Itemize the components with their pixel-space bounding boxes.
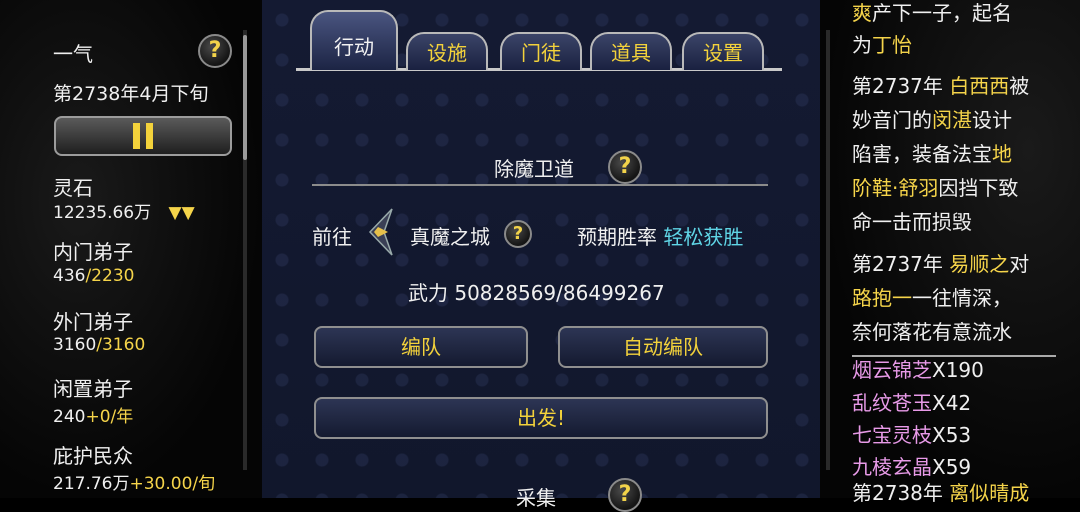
log-name: 闵湛 bbox=[932, 108, 972, 132]
tab-items[interactable]: 道具 bbox=[590, 32, 672, 70]
log-name: 丁怡 bbox=[872, 33, 912, 57]
goto-label: 前往 bbox=[312, 225, 352, 249]
log-line: 路抱一一往情深， bbox=[852, 283, 1012, 313]
log-text: 妙音门的 bbox=[852, 108, 932, 132]
idle-disciples-label: 闲置弟子 bbox=[53, 377, 133, 401]
log-year: 第2738年 bbox=[852, 481, 943, 505]
inventory-item-count: X190 bbox=[932, 358, 984, 382]
log-line: 命一击而损毁 bbox=[852, 210, 972, 234]
log-item: 地 bbox=[992, 142, 1012, 166]
log-text: 产下一子，起名 bbox=[872, 1, 1012, 25]
inventory-item-count: X53 bbox=[932, 423, 972, 447]
log-line: 第2737年 白西西被 bbox=[852, 71, 1029, 101]
inventory-item: 烟云锦芝X190 bbox=[852, 355, 984, 385]
pause-icon-bar-right bbox=[146, 123, 153, 149]
action-panel: 行动 设施 门徒 道具 设置 除魔卫道 ? 前往 真魔之城 ? 预期胜率 轻松获… bbox=[262, 0, 826, 512]
formation-button[interactable]: 编队 bbox=[314, 326, 528, 368]
win-rate: 预期胜率 轻松获胜 bbox=[577, 221, 743, 250]
pause-icon-bar-left bbox=[133, 123, 140, 149]
log-year: 第2737年 bbox=[852, 74, 943, 98]
spirit-stone-value: 12235.66万 ▼▼ bbox=[53, 198, 195, 223]
depart-button[interactable]: 出发! bbox=[314, 397, 768, 439]
pause-button[interactable] bbox=[54, 116, 232, 156]
log-line: 第2737年 易顺之对 bbox=[852, 249, 1029, 279]
inventory-item-name: 九棱玄晶 bbox=[852, 455, 932, 479]
gather-section-title: 采集 bbox=[516, 486, 556, 510]
log-text: 对 bbox=[1009, 252, 1030, 276]
inner-disciples-value: 436/2230 bbox=[53, 266, 134, 286]
mission-title: 除魔卫道 bbox=[494, 157, 574, 181]
log-name: 路抱一 bbox=[852, 286, 912, 310]
log-name: 易顺之 bbox=[949, 252, 1010, 276]
inventory-item-name: 七宝灵枝 bbox=[852, 423, 932, 447]
idle-disciples-count: 240 bbox=[53, 407, 86, 427]
outer-disciples-current: 3160 bbox=[53, 335, 97, 355]
destination-name[interactable]: 真魔之城 bbox=[410, 221, 490, 250]
win-rate-value: 轻松获胜 bbox=[663, 225, 744, 249]
log-text: 一往情深， bbox=[912, 286, 1012, 310]
inner-disciples-label: 内门弟子 bbox=[53, 240, 133, 264]
log-line: 妙音门的闵湛设计 bbox=[852, 105, 1012, 135]
section-divider bbox=[312, 184, 768, 186]
inner-disciples-max: /2230 bbox=[85, 266, 135, 286]
auto-formation-button[interactable]: 自动编队 bbox=[558, 326, 768, 368]
left-scrollbar-thumb[interactable] bbox=[243, 35, 247, 160]
log-year: 第2737年 bbox=[852, 252, 943, 276]
log-line: 爽产下一子，起名 bbox=[852, 0, 1012, 28]
spirit-stone-amount: 12235.66万 bbox=[53, 203, 152, 223]
right-scrollbar-track[interactable] bbox=[826, 30, 830, 470]
log-name: 爽 bbox=[852, 1, 872, 25]
sect-status-panel: 一气 ? 第2738年4月下旬 灵石 12235.66万 ▼▼ 内门弟子 436… bbox=[0, 0, 262, 498]
inventory-item: 七宝灵枝X53 bbox=[852, 420, 971, 450]
inventory-item-count: X59 bbox=[932, 455, 972, 479]
log-text: 陷害，装备法宝 bbox=[852, 142, 992, 166]
spirit-stone-label: 灵石 bbox=[53, 176, 93, 200]
outer-disciples-max: /3160 bbox=[96, 335, 146, 355]
tab-action[interactable]: 行动 bbox=[310, 10, 398, 70]
protected-people-rate: +30.00/旬 bbox=[129, 474, 216, 494]
log-text: 为 bbox=[852, 33, 872, 57]
protected-people-value: 217.76万+30.00/旬 bbox=[53, 469, 215, 494]
game-date: 第2738年4月下旬 bbox=[53, 83, 209, 105]
protected-people-count: 217.76万 bbox=[53, 474, 130, 494]
mission-help-icon[interactable]: ? bbox=[608, 150, 642, 184]
log-line: 陷害，装备法宝地 bbox=[852, 139, 1012, 169]
tab-settings[interactable]: 设置 bbox=[682, 32, 764, 70]
idle-disciples-value: 240+0/年 bbox=[53, 402, 133, 427]
outer-disciples-value: 3160/3160 bbox=[53, 335, 145, 355]
inventory-item-name: 乱纹苍玉 bbox=[852, 391, 932, 415]
win-rate-label: 预期胜率 bbox=[577, 225, 657, 249]
destination-help-icon[interactable]: ? bbox=[504, 220, 532, 248]
log-line: 为丁怡 bbox=[852, 30, 912, 60]
log-text: 因挡下致 bbox=[938, 176, 1019, 200]
inventory-item: 乱纹苍玉X42 bbox=[852, 388, 971, 418]
outer-disciples-label: 外门弟子 bbox=[53, 310, 133, 334]
log-text: 被 bbox=[1009, 74, 1030, 98]
inventory-item-name: 烟云锦芝 bbox=[852, 358, 932, 382]
inner-disciples-current: 436 bbox=[53, 266, 86, 286]
protected-people-label: 庇护民众 bbox=[53, 444, 133, 468]
log-line: 奈何落花有意流水 bbox=[852, 320, 1012, 344]
sect-name: 一气 bbox=[53, 42, 93, 66]
idle-disciples-rate: +0/年 bbox=[85, 407, 134, 427]
tab-facilities[interactable]: 设施 bbox=[406, 32, 488, 70]
power-label: 武力 bbox=[408, 281, 448, 305]
switch-destination-arrow-icon[interactable] bbox=[364, 207, 394, 257]
inventory-item-count: X42 bbox=[932, 391, 972, 415]
decrease-arrows-icon: ▼▼ bbox=[168, 203, 195, 223]
log-name: 离似晴成 bbox=[949, 481, 1030, 505]
tab-disciples[interactable]: 门徒 bbox=[500, 32, 582, 70]
power-readout: 武力 50828569/86499267 bbox=[408, 277, 665, 306]
help-icon[interactable]: ? bbox=[198, 34, 232, 68]
log-name: 白西西 bbox=[949, 74, 1010, 98]
gather-help-icon[interactable]: ? bbox=[608, 478, 642, 512]
log-item: 阶鞋·舒羽 bbox=[852, 176, 939, 200]
power-value: 50828569/86499267 bbox=[454, 281, 665, 305]
log-line: 阶鞋·舒羽因挡下致 bbox=[852, 173, 1018, 203]
log-text: 设计 bbox=[972, 108, 1012, 132]
log-line: 第2738年 离似晴成 bbox=[852, 478, 1029, 508]
